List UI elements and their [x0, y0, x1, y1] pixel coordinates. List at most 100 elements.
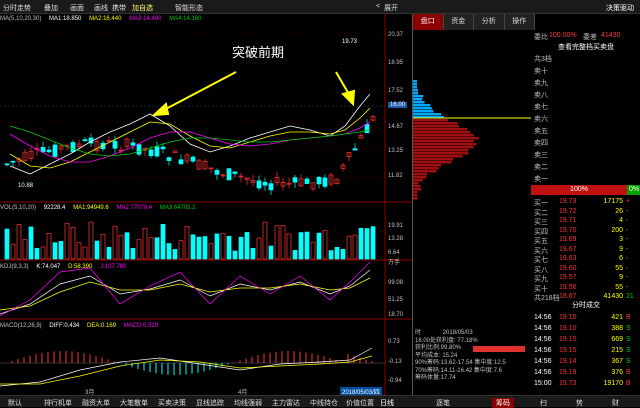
buy-level-volume: 4 [619, 217, 623, 224]
buy-level-row[interactable]: 买十 19.56 55- [531, 284, 640, 293]
buy-level-name: 买五 [534, 238, 548, 245]
sell-level-row[interactable]: 卖四 [531, 138, 640, 147]
volume-bar [340, 248, 346, 260]
trade-time: 14:56 [534, 325, 552, 332]
chip-bar [413, 188, 422, 191]
trade-price: 19.10 [559, 314, 577, 321]
kdj-axis-0: 99.08 [388, 280, 404, 286]
macd-dea: DEA:0.169 [87, 323, 117, 329]
sell-level-name: 卖四 [534, 140, 548, 147]
trade-time: 15:00 [534, 380, 552, 387]
chip-bar [413, 185, 421, 188]
collapse-button[interactable]: < [376, 3, 380, 10]
trade-flag: S [626, 358, 631, 365]
tab-operation[interactable]: 操作 [504, 14, 535, 30]
volume-bar [238, 236, 244, 260]
volume-bar [82, 246, 88, 260]
toolbar-item-overlay[interactable]: 叠加 [44, 3, 58, 13]
ratio-buy: 100% [531, 185, 627, 195]
chip-bar [413, 164, 442, 167]
sell-level-row[interactable]: 卖七 [531, 102, 640, 111]
vol-axis-0: 19.91 [388, 223, 404, 229]
buy-level-volume: 41430 [603, 293, 623, 300]
tab-funds[interactable]: 资金 [443, 14, 474, 30]
volume-bar [322, 230, 328, 260]
chip-bar [413, 161, 452, 164]
decision-drive-button[interactable]: 决策驱动 [606, 3, 634, 13]
chip-bar [413, 191, 418, 194]
volume-bar [352, 234, 358, 260]
sell-level-row[interactable]: 卖二 [531, 162, 640, 171]
buy-level-row[interactable]: 买六 19.67 9- [531, 246, 640, 255]
volume-bar [364, 228, 370, 260]
trade-volume: 19170 [603, 380, 623, 387]
buy-level-row[interactable]: 买一 19.73 17175 + [531, 198, 640, 207]
axis-price-2: 17.52 [388, 88, 404, 94]
volume-bar [130, 248, 136, 260]
expand-button[interactable]: 展开 [384, 3, 398, 13]
volume-bar [346, 235, 352, 260]
sell-level-name: 卖八 [534, 92, 548, 99]
macd-axis-1: -0.13 [388, 359, 402, 365]
add-watchlist-button[interactable]: 加自选 [132, 3, 153, 13]
chip-bar [413, 92, 419, 95]
vol-axis-unit: 万手 [388, 260, 401, 266]
buy-level-change: 21 [626, 293, 634, 300]
buy-level-row[interactable]: 买七 19.63 6- [531, 255, 640, 264]
toolbar-item-canvas[interactable]: 画面 [70, 3, 84, 13]
candle-body [4, 163, 10, 166]
sell-level-row[interactable]: 卖三 [531, 150, 640, 159]
volume-bar [154, 237, 160, 260]
chip-bar [413, 137, 480, 140]
candle-body [304, 178, 310, 184]
trade-time: 14:56 [534, 369, 552, 376]
chip-bar [413, 80, 417, 83]
sell-level-name: 卖六 [534, 116, 548, 123]
buy-level-row[interactable]: 买三 19.71 4- [531, 217, 640, 226]
volume-bar [94, 240, 100, 260]
sell-level-row[interactable]: 共3档 [531, 54, 640, 63]
volume-bar [178, 240, 184, 260]
macd-axis-0: 0.73 [388, 339, 400, 345]
smart-pattern-button[interactable]: 智能形态 [175, 3, 203, 13]
chip-bar [413, 182, 419, 185]
trade-time: 14:56 [534, 314, 552, 321]
tab-order-book[interactable]: 盘口 [413, 14, 444, 30]
buy-level-name: 买三 [534, 219, 548, 226]
sell-level-row[interactable]: 卖八 [531, 90, 640, 99]
volume-bar [358, 227, 364, 260]
buy-level-name: 买四 [534, 228, 548, 236]
sell-level-row[interactable]: 卖十 [531, 66, 640, 75]
vol-title: VOL(5,10,20) [0, 205, 37, 211]
buy-level-row[interactable]: 买八 19.60 55- [531, 265, 640, 274]
volume-bar [142, 228, 148, 260]
buy-level-row[interactable]: 买五 19.69 3- [531, 236, 640, 245]
view-full-book-link[interactable]: 查看完整档买卖盘 [531, 42, 640, 51]
buy-level-row[interactable]: 买九 19.57 9- [531, 274, 640, 283]
buy-level-row[interactable]: 买四 19.70 200- [531, 226, 640, 236]
buy-level-row[interactable]: 买二 19.72 26- [531, 208, 640, 217]
axis-price-5: 13.25 [388, 148, 404, 154]
buy-level-price: 19.70 [559, 226, 577, 234]
chip-info-box: 时 2018/05/03 16.00处获利盘: 77.18% 获利比例:99.8… [415, 330, 531, 383]
trades-title: 分时成交 [572, 302, 600, 309]
sell-level-row[interactable]: 卖九 [531, 78, 640, 87]
trade-volume: 215 [611, 347, 623, 354]
trade-volume: 367 [611, 358, 623, 365]
sell-level-row[interactable]: 卖五 [531, 126, 640, 135]
vol-axis-2: 6.64 [388, 250, 400, 256]
current-price-tag: 16.00 [388, 102, 408, 108]
high-price-label: 19.73 [342, 39, 358, 45]
trade-row: 14:56 19.14 367 S [531, 358, 640, 366]
sell-level-row[interactable]: 卖六 [531, 114, 640, 123]
volume-bar [124, 232, 130, 260]
low-price-label: 10.88 [18, 183, 34, 189]
tab-analysis[interactable]: 分析 [474, 14, 505, 30]
buy-level-change: - [626, 274, 629, 281]
chip-bar [413, 176, 427, 179]
sell-level-row[interactable]: 卖一 [531, 174, 640, 183]
toolbar-item-carry[interactable]: 携带 [112, 3, 126, 13]
toolbar-item-intraday[interactable]: 分时走势 [3, 3, 31, 13]
candle-body [178, 159, 184, 165]
toolbar-item-draw-line[interactable]: 画线 [94, 3, 108, 13]
